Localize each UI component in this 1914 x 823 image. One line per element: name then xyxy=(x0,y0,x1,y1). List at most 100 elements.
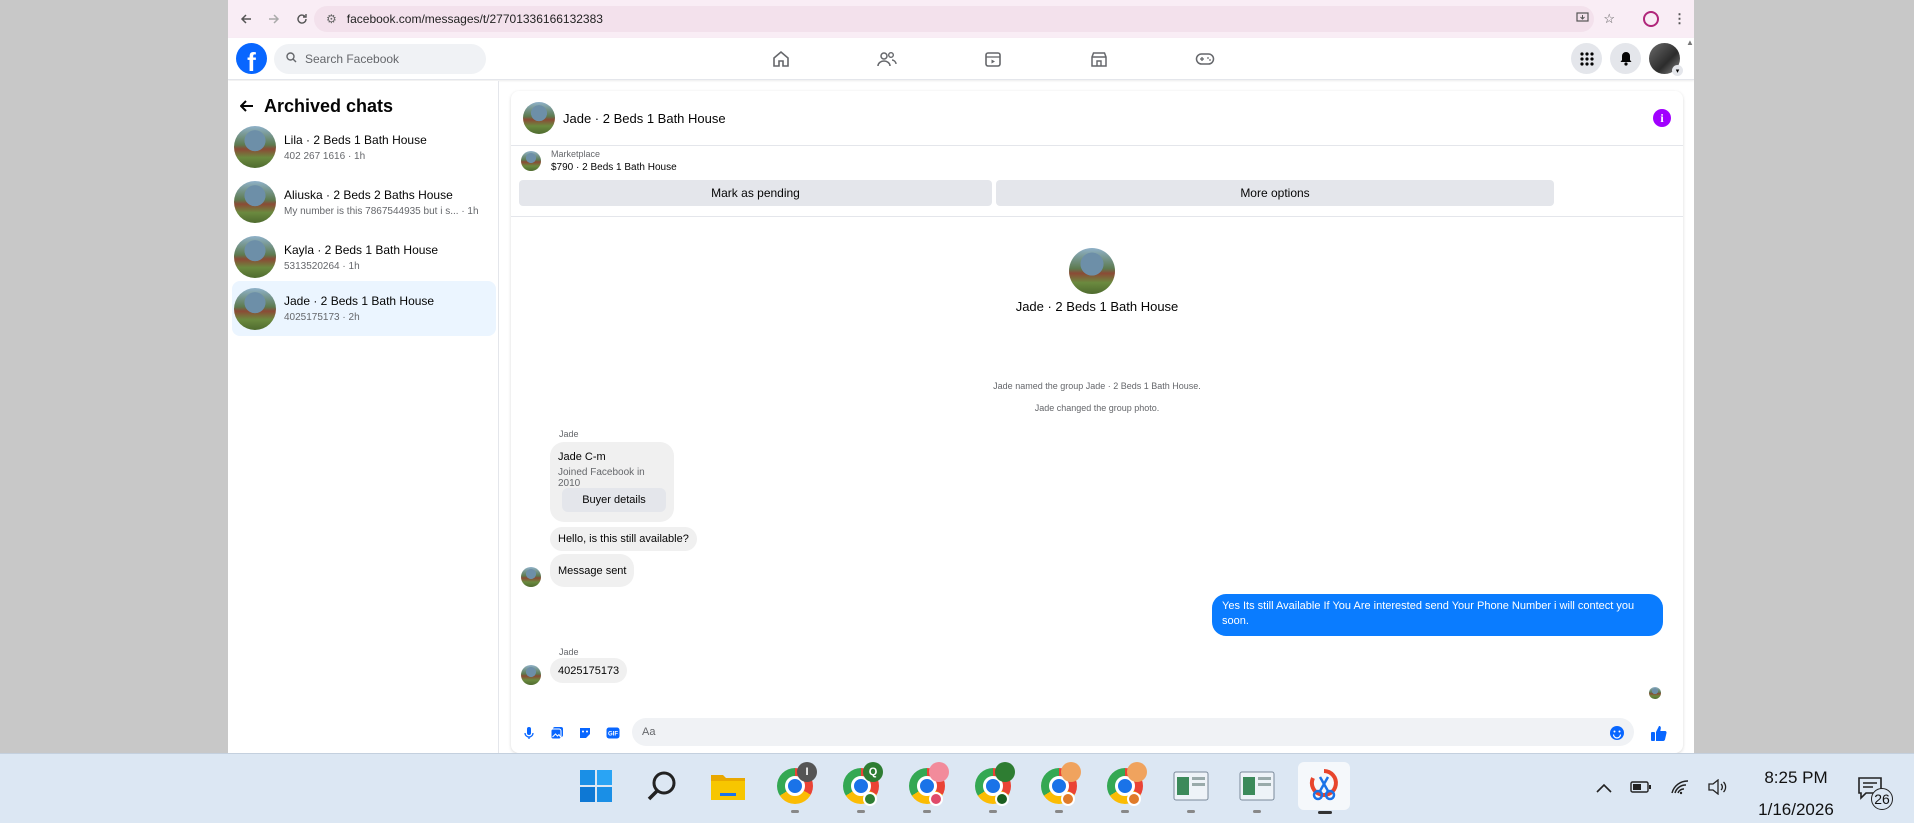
nav-marketplace[interactable] xyxy=(1046,38,1152,80)
clock-date: 1/16/2026 xyxy=(1758,800,1834,819)
menu-button[interactable] xyxy=(1571,43,1602,74)
system-message: Jade changed the group photo. xyxy=(1034,403,1160,413)
gif-icon[interactable]: GIF xyxy=(605,725,621,741)
scroll-up-arrow-icon[interactable]: ▲ xyxy=(1686,38,1694,47)
chrome-icon xyxy=(1107,762,1147,806)
chat-item-kayla[interactable]: Kayla · 2 Beds 1 Bath House 5313520264 ·… xyxy=(232,231,496,283)
profile-sub-badge xyxy=(1127,792,1141,806)
conversation-header: Jade · 2 Beds 1 Bath House i xyxy=(511,91,1683,146)
running-indicator xyxy=(1318,811,1332,814)
back-button[interactable] xyxy=(232,5,260,33)
url-text: facebook.com/messages/t/2770133616613238… xyxy=(346,12,603,26)
thumbs-up-icon[interactable] xyxy=(1650,724,1668,742)
marketplace-listing[interactable]: Marketplace $790 · 2 Beds 1 Bath House xyxy=(521,149,677,173)
chrome-window-5[interactable] xyxy=(1038,762,1081,813)
kebab-menu-icon[interactable]: ⋮ xyxy=(1673,11,1686,27)
sender-avatar[interactable] xyxy=(521,665,541,685)
chat-avatar xyxy=(234,287,276,330)
marketplace-icon xyxy=(1091,52,1107,67)
notifications-button[interactable]: 26 xyxy=(1857,776,1893,812)
nav-home[interactable] xyxy=(728,38,834,80)
snipping-tool-button[interactable] xyxy=(1298,762,1350,814)
grid-menu-icon xyxy=(1579,51,1594,66)
seen-indicator-avatar xyxy=(1649,687,1661,699)
arrow-right-icon xyxy=(269,14,280,24)
install-app-icon[interactable] xyxy=(1576,11,1589,27)
nav-friends[interactable] xyxy=(834,38,940,80)
outgoing-message-bubble[interactable]: Yes Its still Available If You Are inter… xyxy=(1212,594,1663,636)
chat-item-aliuska[interactable]: Aliuska · 2 Beds 2 Baths House My number… xyxy=(232,176,496,228)
more-options-button[interactable]: More options xyxy=(996,180,1554,206)
forward-button[interactable] xyxy=(260,5,288,33)
windows-taskbar: I Q 8:25 PM 1/16/2026 26 xyxy=(0,753,1914,823)
profile-badge: I xyxy=(797,762,817,782)
conversation-title[interactable]: Jade · 2 Beds 1 Bath House xyxy=(563,111,726,126)
group-name: Jade · 2 Beds 1 Bath House xyxy=(1015,299,1179,314)
chat-preview: 5313520264 · 1h xyxy=(284,260,360,272)
video-icon xyxy=(985,52,1001,67)
chrome-window-4[interactable] xyxy=(972,762,1015,813)
running-indicator xyxy=(1187,810,1195,813)
battery-icon[interactable] xyxy=(1630,780,1652,798)
notifications-button[interactable] xyxy=(1610,43,1641,74)
info-icon[interactable]: i xyxy=(1653,109,1671,127)
file-explorer-button[interactable] xyxy=(707,765,749,807)
header-divider xyxy=(511,216,1683,217)
mark-as-pending-button[interactable]: Mark as pending xyxy=(519,180,992,206)
chat-name: Lila · 2 Beds 1 Bath House xyxy=(284,132,427,147)
chat-item-jade[interactable]: Jade · 2 Beds 1 Bath House 4025175173 · … xyxy=(232,281,496,336)
chrome-window-1[interactable]: I xyxy=(774,762,817,813)
bookmark-star-icon[interactable]: ☆ xyxy=(1603,11,1615,27)
chrome-window-2[interactable]: Q xyxy=(840,762,883,813)
running-indicator xyxy=(791,810,799,813)
search-button[interactable] xyxy=(641,765,683,807)
wifi-icon[interactable] xyxy=(1670,779,1690,800)
nav-gaming[interactable] xyxy=(1152,38,1258,80)
browser-toolbar: ⚙ facebook.com/messages/t/27701336166132… xyxy=(228,0,1694,38)
photo-icon[interactable] xyxy=(549,725,565,741)
facebook-logo-icon[interactable]: f xyxy=(236,43,267,74)
buyer-name: Jade C-m xyxy=(558,451,606,463)
reload-button[interactable] xyxy=(288,5,316,33)
chat-name: Aliuska · 2 Beds 2 Baths House xyxy=(284,187,453,202)
chrome-icon: Q xyxy=(843,762,883,806)
buyer-details-button[interactable]: Buyer details xyxy=(562,488,666,512)
account-avatar[interactable]: ▾ xyxy=(1649,43,1683,76)
chrome-window-3[interactable] xyxy=(906,762,949,813)
clock[interactable]: 8:25 PM 1/16/2026 xyxy=(1746,762,1846,823)
search-placeholder: Search Facebook xyxy=(305,52,400,66)
app-window-1[interactable] xyxy=(1170,765,1212,813)
message-bubble[interactable]: 4025175173 xyxy=(550,658,628,683)
chat-preview: 402 267 1616 · 1h xyxy=(284,150,366,162)
address-bar-actions: ☆ ⋮ xyxy=(1576,6,1686,32)
chrome-icon: I xyxy=(777,762,817,804)
start-button[interactable] xyxy=(575,765,617,807)
chrome-icon xyxy=(1041,762,1081,806)
address-bar[interactable]: ⚙ facebook.com/messages/t/27701336166132… xyxy=(314,6,1594,32)
chat-preview: 4025175173 · 2h xyxy=(284,312,360,323)
sticker-icon[interactable] xyxy=(577,725,593,741)
emoji-icon[interactable] xyxy=(1609,725,1625,741)
search-icon xyxy=(647,771,676,801)
group-avatar xyxy=(1069,248,1115,294)
message-input[interactable] xyxy=(632,718,1634,746)
microphone-icon[interactable] xyxy=(521,725,537,741)
facebook-header: f Search Facebook ▾ ▲ xyxy=(228,38,1694,80)
nav-video[interactable] xyxy=(940,38,1046,80)
back-arrow-icon[interactable] xyxy=(239,96,254,117)
chevron-up-icon[interactable] xyxy=(1596,780,1612,798)
chrome-window-6[interactable] xyxy=(1104,762,1147,813)
running-indicator xyxy=(923,810,931,813)
conversation-panel: Jade · 2 Beds 1 Bath House i Marketplace… xyxy=(511,91,1683,753)
volume-icon[interactable] xyxy=(1708,778,1728,800)
chat-item-lila[interactable]: Lila · 2 Beds 1 Bath House 402 267 1616 … xyxy=(232,121,496,173)
profile-icon[interactable] xyxy=(1643,11,1659,27)
search-input[interactable]: Search Facebook xyxy=(274,44,486,74)
message-bubble[interactable]: Hello, is this still available? xyxy=(550,527,697,551)
sidebar-header: Archived chats xyxy=(228,81,498,121)
message-bubble[interactable]: Message sent xyxy=(550,554,635,587)
site-info-icon[interactable]: ⚙ xyxy=(326,12,337,26)
conversation-avatar[interactable] xyxy=(523,102,555,134)
sender-avatar[interactable] xyxy=(521,567,541,587)
app-window-2[interactable] xyxy=(1236,765,1278,813)
